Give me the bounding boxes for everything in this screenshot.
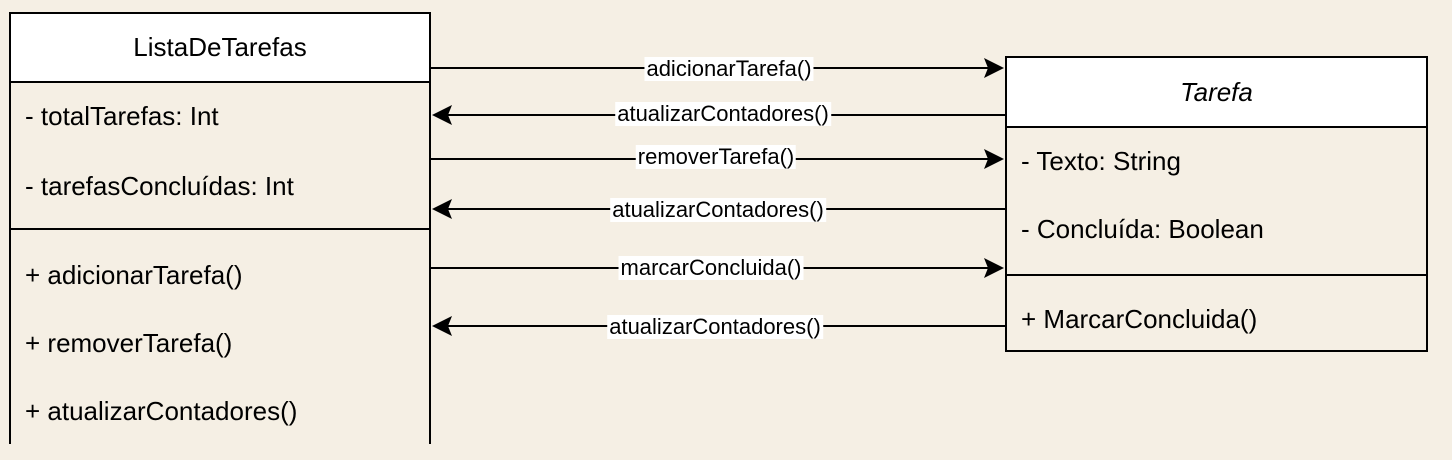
message-label-atualizar-contadores-3: atualizarContadores(): [607, 314, 823, 339]
message-label-adicionar-tarefa: adicionarTarefa(): [644, 56, 814, 81]
message-label-atualizar-contadores-1: atualizarContadores(): [615, 101, 831, 126]
message-label-marcar-concluida: marcarConcluida(): [618, 255, 804, 280]
message-label-remover-tarefa: removerTarefa(): [635, 144, 797, 169]
message-label-atualizar-contadores-2: atualizarContadores(): [610, 197, 826, 222]
